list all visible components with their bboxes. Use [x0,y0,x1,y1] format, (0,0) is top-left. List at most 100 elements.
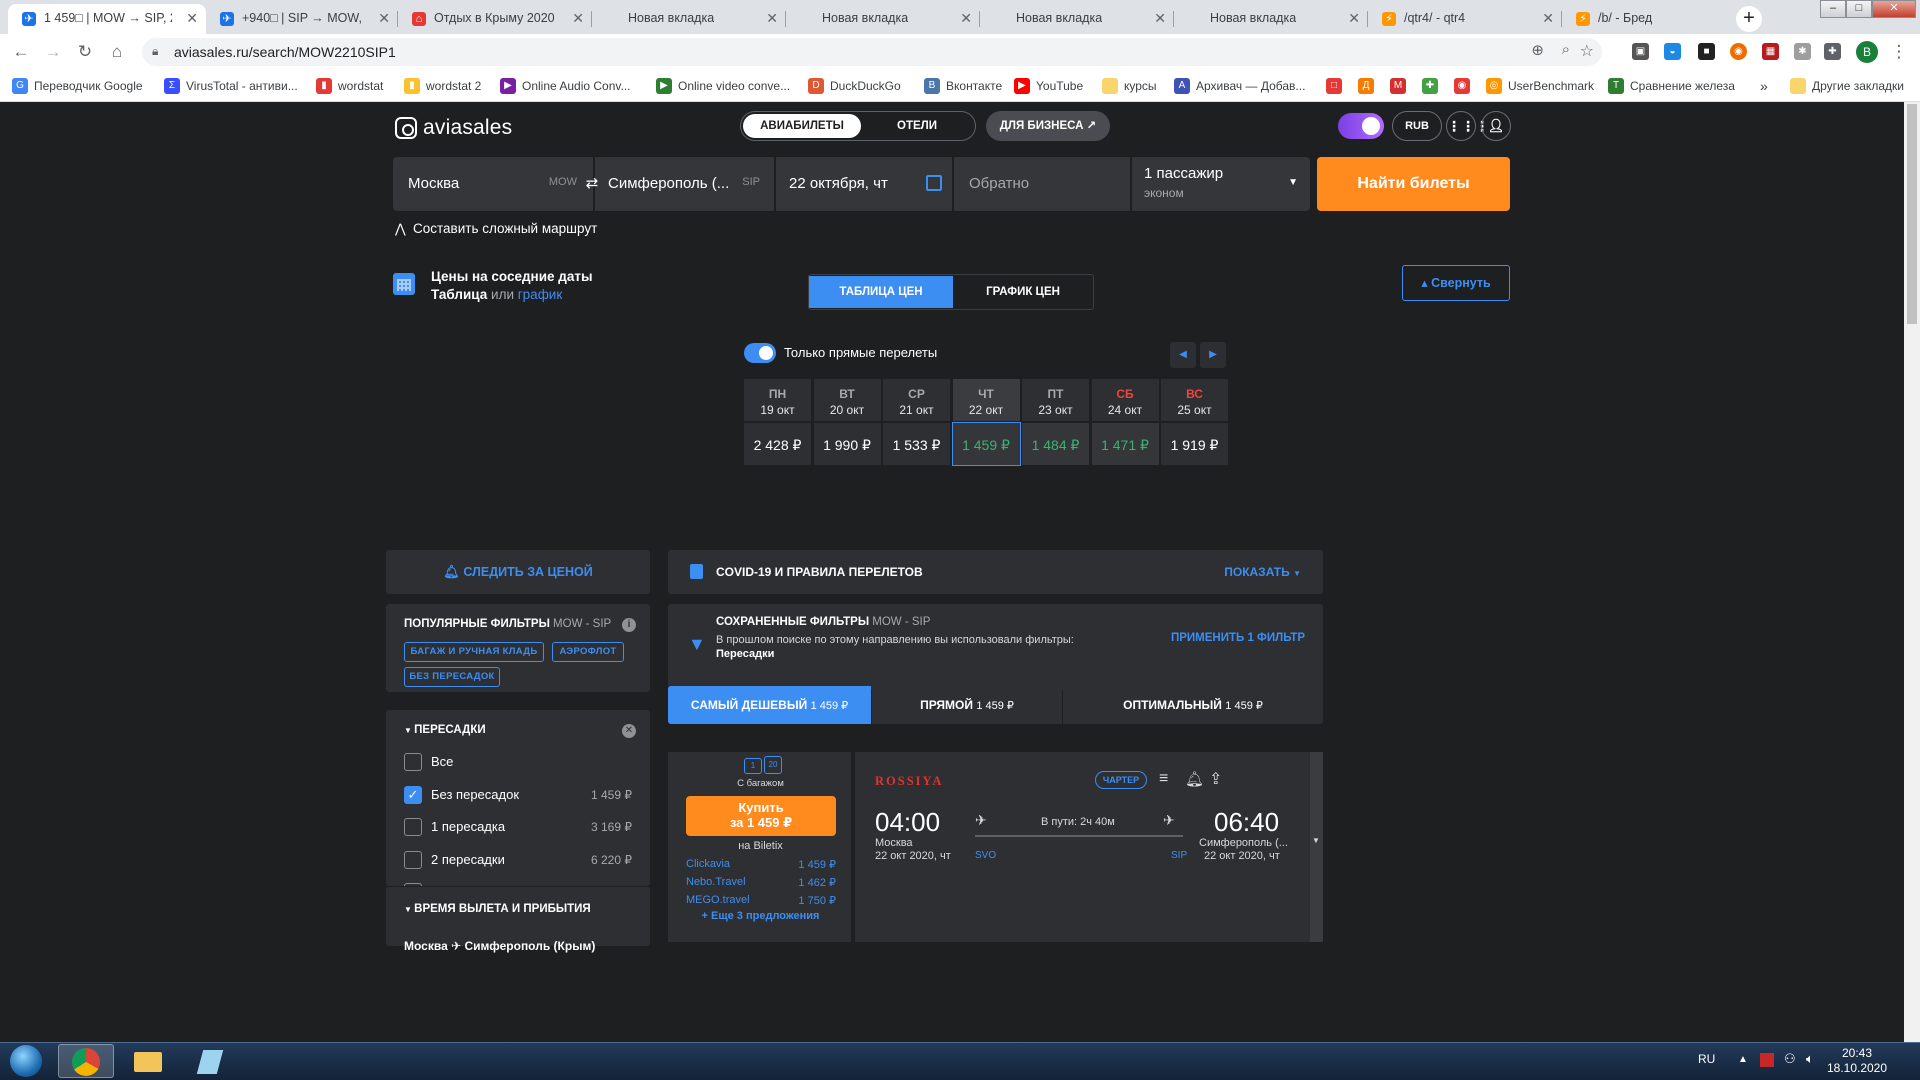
buy-button[interactable]: Купить за 1 459 ₽ [686,796,836,836]
page-scrollbar[interactable] [1904,102,1920,1042]
prev-dates-button[interactable]: ◀ [1170,342,1196,368]
tab-close-icon[interactable]: ✕ [766,4,778,32]
bookmark-item[interactable]: ◎ UserBenchmark [1486,77,1594,95]
passengers-field[interactable]: 1 пассажир эконом ▼ [1132,157,1310,211]
browser-tab[interactable]: Новая вкладка ✕ [786,4,980,34]
checkbox[interactable] [404,753,422,771]
browser-tab[interactable]: Новая вкладка ✕ [592,4,786,34]
share-icon[interactable]: ⇪ [1209,769,1222,789]
tray-icon[interactable] [1760,1053,1774,1067]
new-tab-button[interactable]: + [1736,6,1762,32]
browser-tab[interactable]: ⚡ /qtr4/ - qtr4 ✕ [1368,4,1562,34]
taskbar-explorer[interactable] [120,1044,176,1078]
chart-link[interactable]: график [518,287,563,302]
agent-offer[interactable]: MEGO.travel 1 750 ₽ [686,894,836,907]
browser-tab[interactable]: ✈ 1 459□ | MOW → SIP, 22 ✕ [8,4,206,34]
bookmark-item[interactable]: М [1390,77,1406,95]
bookmark-item[interactable]: ✚ [1422,77,1438,95]
swap-icon[interactable]: ⇄ [581,173,603,195]
browser-tab[interactable]: ✈ +940□ | SIP → MOW, 10 ✕ [206,4,398,34]
departure-date-field[interactable]: 22 октября, чт [776,157,952,211]
tab-close-icon[interactable]: ✕ [1542,4,1554,32]
bookmark-item[interactable]: ▶ YouTube [1014,77,1083,95]
tab-price-chart[interactable]: ГРАФИК ЦЕН [953,276,1093,308]
extension-icon[interactable]: ◉ [1730,43,1747,60]
forward-icon[interactable]: → [42,41,64,63]
extension-icon[interactable]: ▣ [1632,43,1649,60]
tray-expand-icon[interactable]: ▲ [1738,1054,1748,1065]
filter-chip-baggage[interactable]: БАГАЖ И РУЧНАЯ КЛАДЬ [404,642,544,662]
language-indicator[interactable]: RU [1698,1052,1715,1066]
tab-close-icon[interactable]: ✕ [186,4,198,32]
bookmark-item[interactable]: ▮ wordstat 2 [404,77,481,95]
agent-offer[interactable]: Clickavia 1 459 ₽ [686,858,836,871]
times-title[interactable]: ▼ ВРЕМЯ ВЫЛЕТА И ПРИБЫТИЯ [404,903,591,915]
price-table-cell[interactable]: 1 471 ₽ [1090,422,1160,466]
bookmark-item[interactable]: □ [1326,77,1342,95]
price-table-cell[interactable]: 1 459 ₽ [951,422,1021,466]
add-to-list-icon[interactable]: ≡ [1159,770,1168,788]
transfer-option[interactable]: ✓ Без пересадок 1 459 ₽ [404,785,632,805]
tab-close-icon[interactable]: ✕ [1154,4,1166,32]
tab-hotels[interactable]: ОТЕЛИ [861,114,973,138]
more-offers-link[interactable]: + Еще 3 предложения [668,910,853,922]
volume-icon[interactable]: 🔈︎ [1806,1051,1814,1067]
bookmark-item[interactable]: G Переводчик Google [12,77,143,95]
price-table-cell[interactable]: 2 428 ₽ [743,422,812,466]
tab-flights[interactable]: АВИАБИЛЕТЫ [743,114,861,138]
extension-icon[interactable]: ■ [1698,43,1715,60]
aviasales-logo[interactable]: aviasales [395,115,512,141]
taskbar-app[interactable] [182,1044,238,1078]
direct-flights-toggle[interactable] [744,343,776,363]
tab-close-icon[interactable]: ✕ [572,4,584,32]
apply-filter-button[interactable]: ПРИМЕНИТЬ 1 ФИЛЬТР [1171,632,1305,644]
close-window-button[interactable]: ✕ [1872,0,1916,18]
clear-filter-icon[interactable]: ✕ [622,724,636,738]
bookmark-item[interactable]: В Вконтакте [924,77,1002,95]
user-icon[interactable]: 👤︎ [1481,111,1511,141]
price-table-cell[interactable]: 1 990 ₽ [812,422,882,466]
tab-cheapest[interactable]: САМЫЙ ДЕШЕВЫЙ 1 459 ₽ [668,686,871,724]
tab-close-icon[interactable]: ✕ [1348,4,1360,32]
filter-chip-direct[interactable]: БЕЗ ПЕРЕСАДОК [404,667,500,687]
extension-icon[interactable]: ▦ [1762,43,1779,60]
checkbox[interactable] [404,818,422,836]
bookmark-item[interactable]: Д [1358,77,1374,95]
transfer-option[interactable]: 1 пересадка 3 169 ₽ [404,817,632,837]
profile-avatar[interactable]: B [1856,41,1878,63]
browser-tab[interactable]: Новая вкладка ✕ [980,4,1174,34]
next-dates-button[interactable]: ▶ [1200,342,1226,368]
transfer-option[interactable]: Все [404,752,632,772]
extension-icon[interactable]: ✱ [1794,43,1811,60]
scrollbar-thumb[interactable] [1907,104,1917,324]
tab-direct[interactable]: ПРЯМОЙ 1 459 ₽ [872,686,1062,724]
tab-optimal[interactable]: ОПТИМАЛЬНЫЙ 1 459 ₽ [1063,686,1323,724]
collapse-button[interactable]: ▴ Свернуть [1402,265,1510,301]
return-date-field[interactable]: Обратно [954,157,1130,211]
transfers-title[interactable]: ▼ ПЕРЕСАДКИ [404,724,486,736]
browser-tab[interactable]: Новая вкладка ✕ [1174,4,1368,34]
network-icon[interactable]: ⚇ [1784,1051,1796,1067]
other-bookmarks[interactable]: Другие закладки [1790,77,1904,95]
info-icon[interactable]: i [622,618,636,632]
bookmark-item[interactable]: ▶ Online video conve... [656,77,790,95]
checkbox[interactable]: ✓ [404,785,422,804]
transfer-option[interactable]: 2 пересадки 6 220 ₽ [404,850,632,870]
maximize-button[interactable]: □ [1846,0,1872,18]
extensions-puzzle-icon[interactable]: ✚ [1824,43,1841,60]
extension-icon[interactable]: ◒ [1664,43,1681,60]
price-table-cell[interactable]: 1 533 ₽ [882,422,951,466]
covid-rules-card[interactable]: COVID-19 И ПРАВИЛА ПЕРЕЛЕТОВ ПОКАЗАТЬ ▼ [668,550,1323,594]
tab-price-table[interactable]: ТАБЛИЦА ЦЕН [809,276,953,308]
bookmark-item[interactable]: ▮ wordstat [316,77,383,95]
bookmark-item[interactable]: D DuckDuckGo [808,77,901,95]
start-button[interactable] [4,1042,48,1080]
agent-offer[interactable]: Nebo.Travel 1 462 ₽ [686,876,836,889]
ticket-expand-handle[interactable]: ▼ [1310,752,1323,942]
currency-button[interactable]: RUB [1392,111,1442,141]
theme-toggle[interactable] [1338,113,1384,139]
complex-route-link[interactable]: ⋀ Составить сложный маршрут [393,221,597,236]
bookmark-item[interactable]: А Архивач — Добав... [1174,77,1305,95]
tab-close-icon[interactable]: ✕ [378,4,390,32]
taskbar-clock[interactable]: 20:43 18.10.2020 [1822,1046,1892,1076]
